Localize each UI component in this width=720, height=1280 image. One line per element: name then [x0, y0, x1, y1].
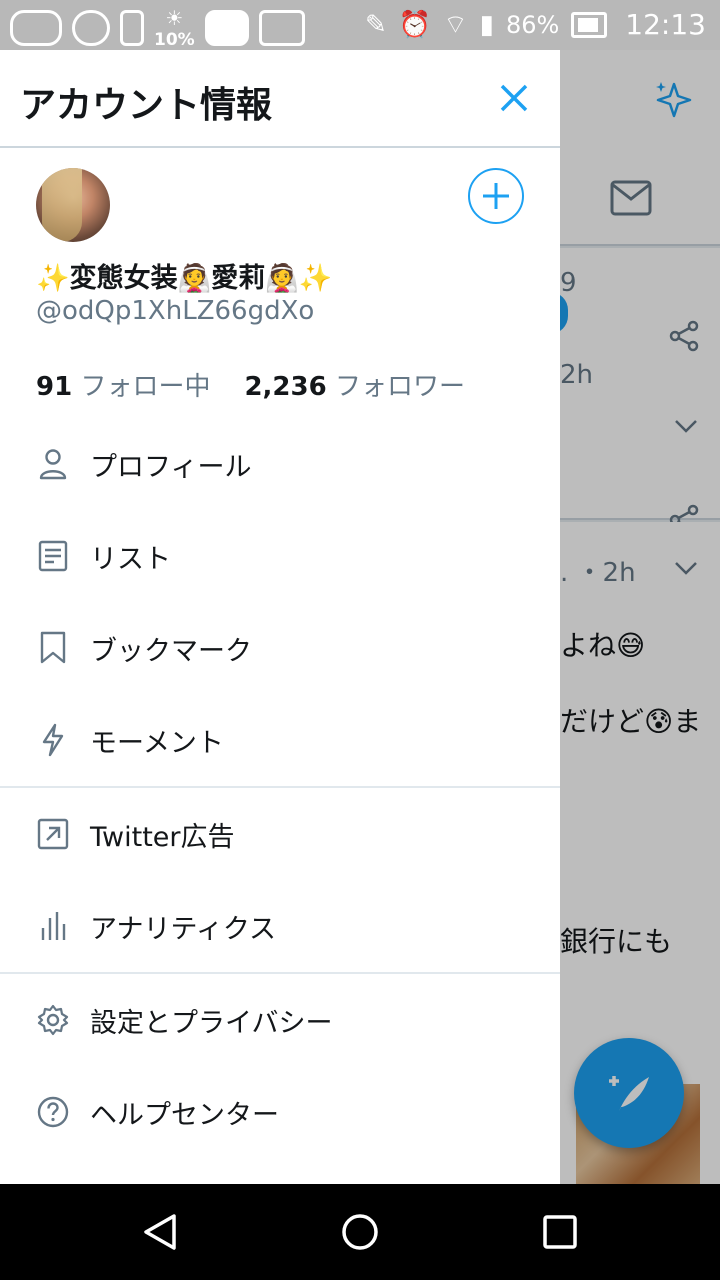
back-triangle-icon — [144, 1214, 176, 1250]
menu-item-analytics[interactable]: アナリティクス — [0, 880, 560, 972]
menu-item-help-center[interactable]: ヘルプセンター — [0, 1066, 560, 1158]
wifi-icon: ⌔ — [443, 10, 468, 40]
display-name[interactable]: ✨変態女装👰愛莉👰✨ — [36, 256, 332, 295]
menu-item-twitter-ads[interactable]: Twitter広告 — [0, 788, 560, 880]
external-arrow-icon — [36, 817, 70, 851]
battery-percent: 86% — [505, 10, 560, 39]
followers-label: フォロワー — [334, 372, 465, 402]
menu-item-moments[interactable]: モーメント — [0, 694, 560, 786]
menu-item-label: リスト — [90, 543, 171, 575]
recents-square-icon — [543, 1215, 577, 1249]
followers-link[interactable]: 2,236 フォロワー — [244, 372, 465, 402]
home-button[interactable] — [338, 1210, 382, 1254]
menu-item-label: アナリティクス — [90, 913, 277, 945]
account-drawer: アカウント情報 ✨変態女装👰愛莉👰✨ @odQp1XhLZ66gdXo 91 フ… — [0, 50, 560, 1184]
menu-item-lists[interactable]: リスト — [0, 510, 560, 602]
back-button[interactable] — [138, 1210, 182, 1254]
menu-group-settings: 設定とプライバシー ヘルプセンター — [0, 974, 560, 1158]
gear-icon — [36, 1003, 70, 1037]
temperature: 10% — [154, 30, 195, 50]
weather-icon: ☀ 10% — [154, 6, 195, 50]
menu-item-bookmarks[interactable]: ブックマーク — [0, 602, 560, 694]
menu-item-label: 設定とプライバシー — [90, 1007, 333, 1039]
profile-section: ✨変態女装👰愛莉👰✨ @odQp1XhLZ66gdXo 91 フォロー中 2,23… — [0, 148, 560, 418]
help-icon — [36, 1095, 70, 1129]
close-icon — [500, 84, 528, 112]
gallery-icon — [258, 10, 305, 46]
more-icon — [10, 10, 62, 46]
menu-item-label: モーメント — [90, 727, 224, 759]
followers-count: 2,236 — [244, 372, 327, 402]
clock: 12:13 — [625, 8, 706, 41]
bookmark-icon — [36, 631, 70, 665]
lightning-icon — [36, 723, 70, 757]
menu-group-tools: Twitter広告 アナリティクス — [0, 788, 560, 972]
menu-item-profile[interactable]: プロフィール — [0, 418, 560, 510]
following-count: 91 — [36, 372, 73, 402]
drawer-header: アカウント情報 — [0, 50, 560, 148]
battery-icon — [571, 11, 608, 38]
recents-button[interactable] — [538, 1210, 582, 1254]
user-handle[interactable]: @odQp1XhLZ66gdXo — [36, 296, 314, 326]
menu-item-label: ブックマーク — [90, 635, 252, 667]
menu-group-main: プロフィール リスト ブックマーク モーメント — [0, 418, 560, 786]
list-icon — [36, 539, 70, 573]
menu-item-settings[interactable]: 設定とプライバシー — [0, 974, 560, 1066]
following-label: フォロー中 — [80, 372, 211, 402]
globe-icon — [72, 10, 110, 46]
add-account-button[interactable] — [468, 168, 524, 224]
nfc-icon: ✎ — [365, 9, 387, 40]
analytics-icon — [36, 909, 70, 943]
home-circle-icon — [342, 1214, 378, 1250]
drawer-title: アカウント情報 — [20, 85, 273, 126]
menu-item-label: プロフィール — [90, 451, 252, 483]
following-link[interactable]: 91 フォロー中 — [36, 372, 210, 402]
avatar[interactable] — [36, 168, 110, 242]
plus-icon — [483, 183, 509, 209]
battery-saver-icon — [120, 10, 144, 46]
menu-item-label: Twitter広告 — [90, 821, 235, 853]
status-bar: ☀ 10% ✎ ⏰ ⌔ ▮ 86% 12:13 — [0, 0, 720, 50]
close-button[interactable] — [490, 74, 538, 122]
person-icon — [36, 447, 70, 481]
menu-item-label: ヘルプセンター — [90, 1099, 279, 1131]
follow-stats: 91 フォロー中 2,236 フォロワー — [36, 366, 465, 403]
signal-icon: ▮ — [479, 9, 494, 40]
alarm-icon: ⏰ — [398, 9, 432, 40]
youtube-icon — [204, 10, 249, 46]
navigation-bar — [0, 1184, 720, 1280]
